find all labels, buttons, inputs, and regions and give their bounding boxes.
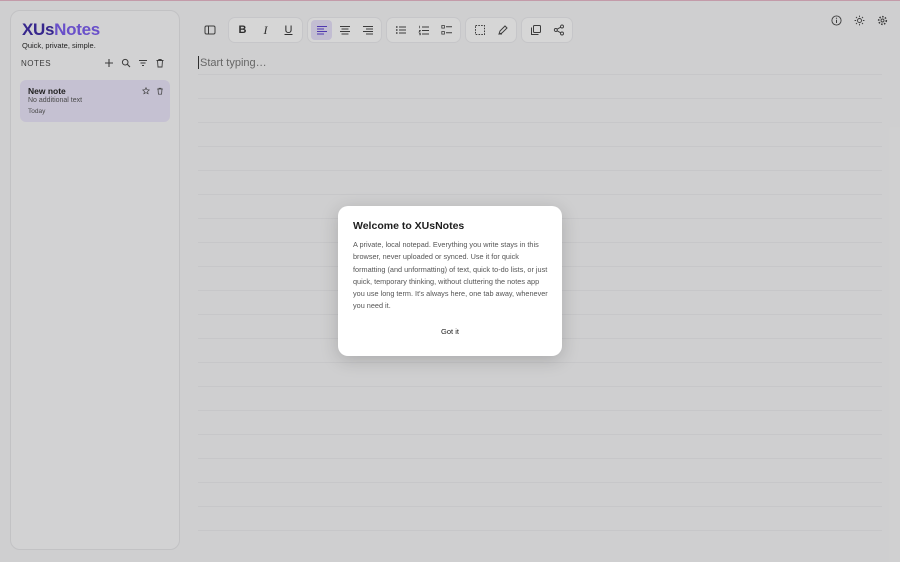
- got-it-button[interactable]: Got it: [435, 325, 465, 338]
- app: XUsNotes Quick, private, simple. NOTES N…: [0, 0, 900, 562]
- dialog-body: A private, local notepad. Everything you…: [353, 240, 548, 311]
- welcome-dialog: Welcome to XUsNotes A private, local not…: [338, 206, 562, 356]
- dialog-title: Welcome to XUsNotes: [353, 220, 465, 232]
